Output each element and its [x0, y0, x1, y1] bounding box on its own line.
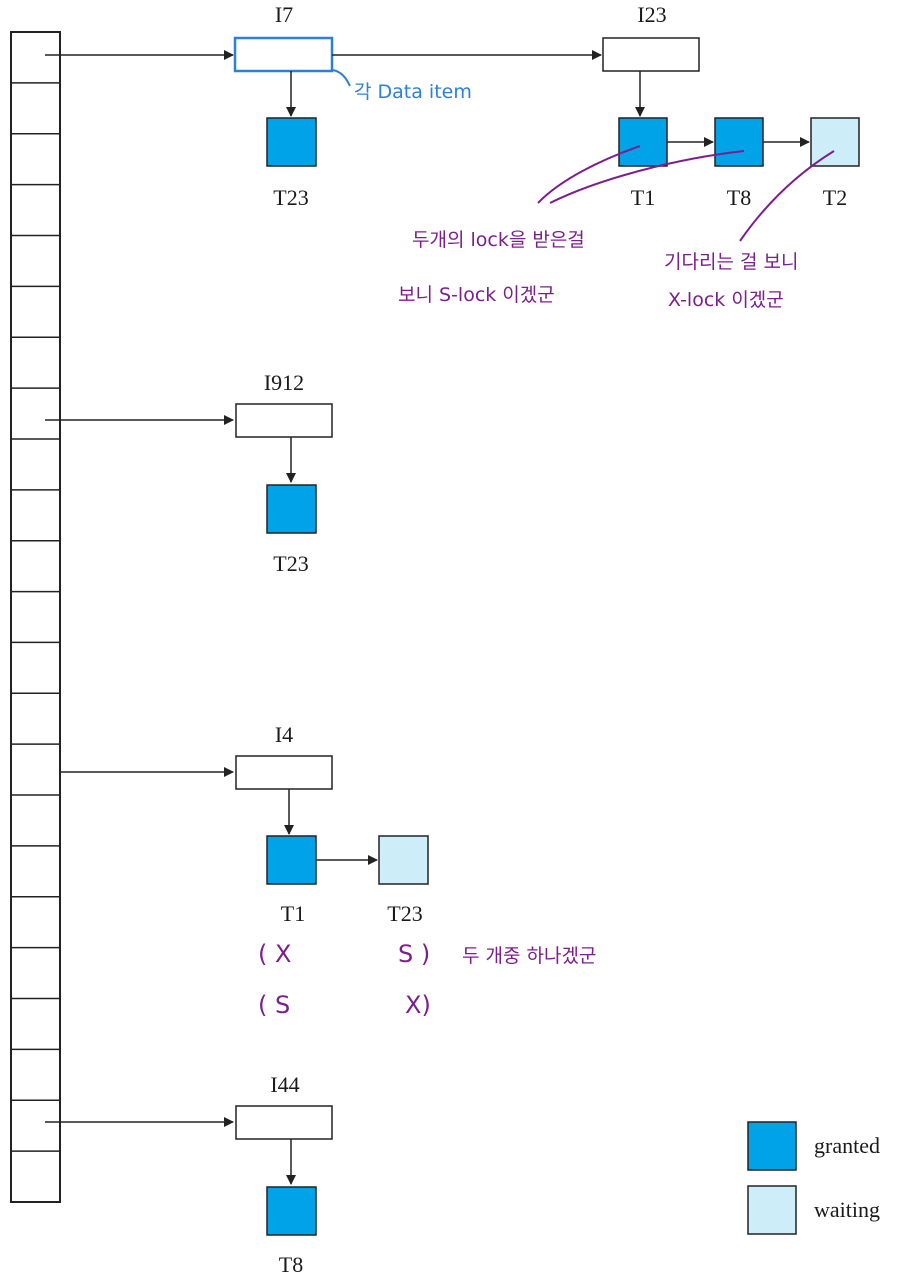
- lock-request-i23-t1-granted: [618, 117, 668, 167]
- legend-waiting-label: waiting: [814, 1197, 880, 1222]
- annotation-waiting-line1: 기다리는 걸 보니: [664, 251, 798, 273]
- annotation-combo-row1-left: ( X: [258, 940, 291, 968]
- annotation-pointer-data-item: [332, 69, 351, 87]
- lock-request-i23-t2-waiting: [810, 117, 860, 167]
- lock-request-i44-t8-granted: [266, 1186, 317, 1236]
- item-label-i4: I4: [275, 722, 293, 747]
- item-node-i4: [235, 755, 333, 790]
- annotation-two-locks-line2: 보니 S-lock 이겠군: [398, 284, 555, 306]
- txn-label-i4-t23: T23: [387, 901, 422, 926]
- annotation-combo-row2-left: ( S: [258, 991, 290, 1019]
- txn-label-i23-t8: T8: [727, 185, 751, 210]
- annotation-data-item: 각 Data item: [354, 81, 472, 103]
- chain-i44: I44 T8: [235, 1072, 333, 1276]
- annotation-waiting-line2: X-lock 이겠군: [668, 289, 784, 311]
- item-label-i7: I7: [275, 2, 293, 27]
- handwritten-annotations: 각 Data item 두개의 lock을 받은걸 보니 S-lock 이겠군 …: [258, 69, 835, 1019]
- chain-i912: I912 T23: [235, 370, 333, 576]
- txn-label-i44-t8: T8: [279, 1252, 303, 1276]
- item-label-i912: I912: [264, 370, 304, 395]
- annotation-combo-row1-right: S ): [398, 940, 430, 968]
- item-label-i23: I23: [637, 2, 666, 27]
- item-label-i44: I44: [270, 1072, 299, 1097]
- annotation-combo-row2-right: X): [405, 991, 431, 1019]
- item-node-i7: [233, 36, 334, 73]
- legend-waiting-swatch: [747, 1185, 797, 1235]
- txn-label-i23-t2: T2: [823, 185, 847, 210]
- lock-request-i4-t1-granted: [266, 835, 317, 885]
- bucket-links: [45, 50, 234, 1127]
- lock-request-i7-t23-granted: [266, 117, 317, 167]
- txn-label-i23-t1: T1: [631, 185, 655, 210]
- chain-i23: I23 T1 T8 T2: [602, 2, 860, 210]
- lock-request-i23-t8-granted: [714, 117, 764, 167]
- item-node-i23: [602, 37, 700, 72]
- lock-table-diagram: I7 T23 I23 T1 T8 T2 I912 T23 I4 T1 T23 I…: [10, 2, 880, 1276]
- annotation-two-locks-line1: 두개의 lock을 받은걸: [412, 229, 585, 251]
- hash-table-frame: [10, 31, 61, 1203]
- legend: granted waiting: [747, 1121, 880, 1235]
- txn-label-i7-t23: T23: [273, 185, 308, 210]
- hash-table: [10, 31, 61, 1203]
- item-node-i44: [235, 1105, 333, 1140]
- item-node-i912: [235, 403, 333, 438]
- lock-request-i912-t23-granted: [266, 484, 317, 534]
- annotation-combo-note: 두 개중 하나겠군: [462, 945, 596, 967]
- chain-i7: I7 T23: [233, 2, 602, 210]
- legend-granted-label: granted: [814, 1133, 880, 1158]
- lock-request-i4-t23-waiting: [378, 835, 429, 885]
- txn-label-i912-t23: T23: [273, 551, 308, 576]
- txn-label-i4-t1: T1: [281, 901, 305, 926]
- legend-granted-swatch: [747, 1121, 797, 1171]
- chain-i4: I4 T1 T23: [235, 722, 429, 926]
